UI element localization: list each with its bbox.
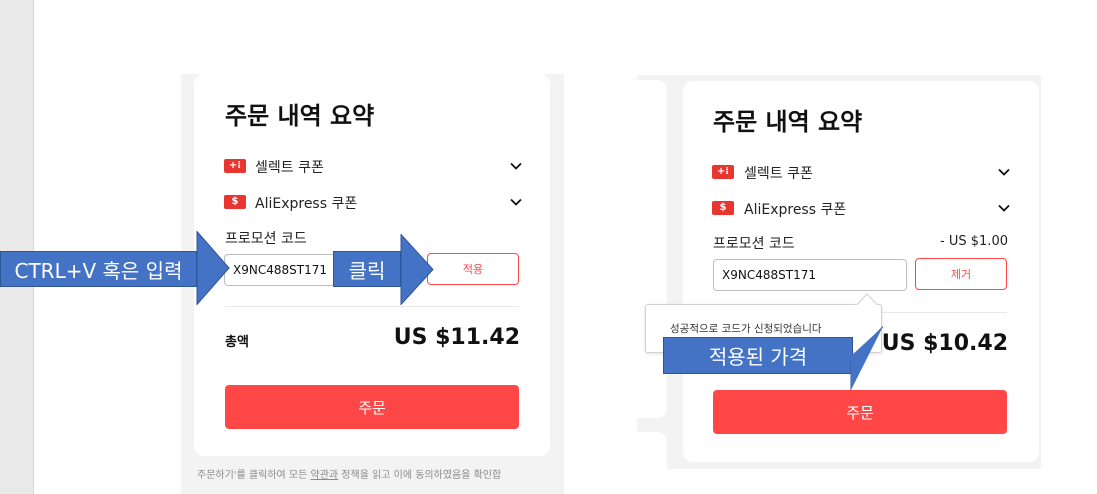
left-order-button[interactable]: 주문	[225, 385, 519, 429]
right-order-button[interactable]: 주문	[713, 390, 1007, 434]
chevron-down-icon[interactable]	[510, 196, 522, 208]
right-promo-code-value: X9NC488ST171	[722, 268, 816, 282]
right-side-card-bottom	[637, 432, 667, 469]
right-select-coupon-label[interactable]: 셀렉트 쿠폰	[744, 163, 813, 183]
left-promo-code-label: 프로모션 코드	[225, 231, 307, 247]
right-summary-title: 주문 내역 요약	[713, 108, 863, 136]
arrow-right-icon	[196, 231, 230, 305]
click-instruction-label: 클릭	[333, 251, 401, 287]
arrow-right-icon	[850, 326, 884, 390]
tooltip-text: 성공적으로 코드가 신청되었습니다	[670, 323, 822, 335]
right-aliexpress-coupon-label[interactable]: AliExpress 쿠폰	[744, 199, 846, 219]
left-promo-code-value: X9NC488ST171	[233, 263, 327, 277]
footnote-suffix: 정책을 읽고 이에 동의하였음을 확인합	[338, 470, 502, 481]
left-total-label: 총액	[225, 335, 249, 350]
promo-discount-value: - US $1.00	[940, 234, 1008, 249]
chevron-down-icon[interactable]	[998, 202, 1010, 214]
remove-button[interactable]: 제거	[915, 258, 1007, 290]
right-promo-code-input[interactable]: X9NC488ST171	[713, 259, 907, 291]
left-divider	[225, 306, 519, 307]
select-coupon-icon: +⁞	[712, 165, 734, 179]
aliexpress-coupon-icon: $	[224, 195, 246, 209]
left-summary-title: 주문 내역 요약	[225, 102, 375, 130]
arrow-right-icon	[400, 234, 434, 305]
select-coupon-icon: +⁞	[224, 159, 246, 173]
left-total-value: US $11.42	[393, 325, 520, 350]
chevron-down-icon[interactable]	[998, 166, 1010, 178]
right-total-value: US $10.42	[881, 331, 1008, 356]
left-footnote: 주문하기'를 클릭하여 모든 약관과 정책을 읽고 이에 동의하였음을 확인합	[197, 466, 501, 481]
applied-price-label: 적용된 가격	[663, 337, 853, 374]
tooltip-arrow	[855, 293, 879, 306]
right-promo-code-label: 프로모션 코드	[713, 236, 795, 252]
left-select-coupon-label[interactable]: 셀렉트 쿠폰	[255, 157, 324, 177]
aliexpress-coupon-icon: $	[712, 201, 734, 215]
footnote-prefix: 주문하기'를 클릭하여 모든	[197, 470, 311, 481]
paste-instruction-label: CTRL+V 혹은 입력	[0, 251, 197, 287]
terms-link[interactable]: 약관과	[311, 470, 339, 481]
chevron-down-icon[interactable]	[510, 160, 522, 172]
left-aliexpress-coupon-label[interactable]: AliExpress 쿠폰	[255, 193, 357, 213]
left-gutter	[0, 0, 34, 494]
apply-button[interactable]: 적용	[427, 253, 519, 285]
